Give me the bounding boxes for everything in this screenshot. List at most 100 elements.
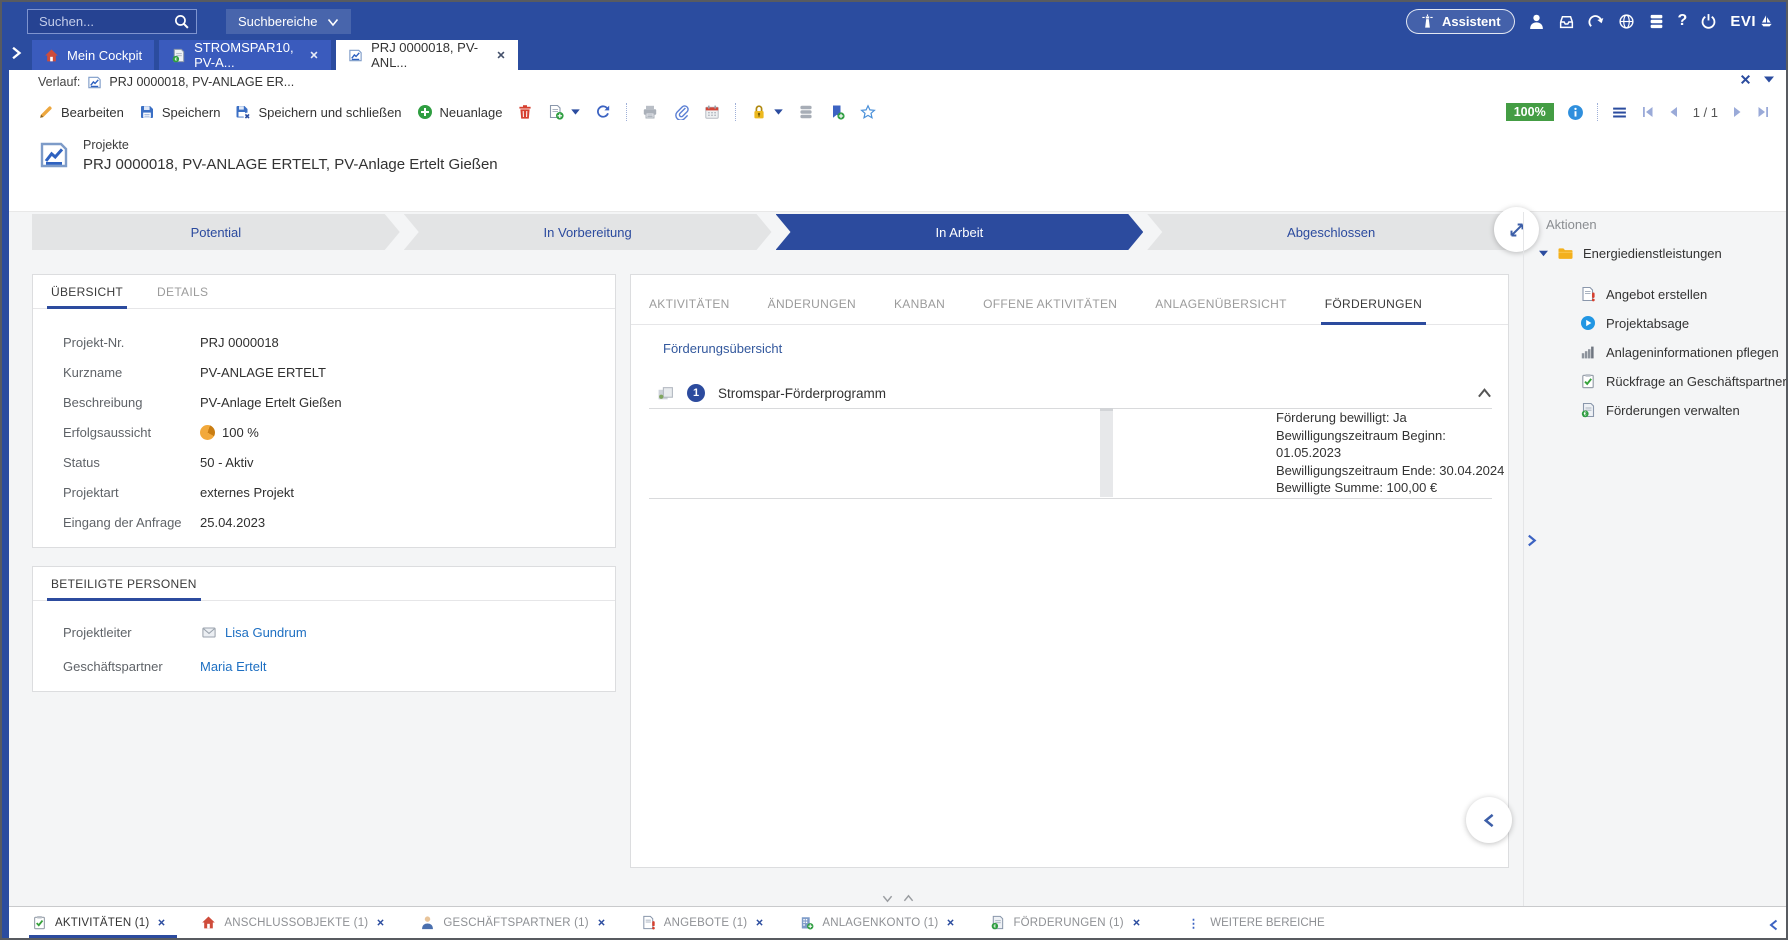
search-input[interactable] [37, 13, 173, 30]
last-record-icon[interactable] [1756, 105, 1770, 119]
help-icon[interactable]: ? [1678, 12, 1688, 30]
first-record-icon[interactable] [1641, 105, 1655, 119]
action-anlageninformationen[interactable]: Anlageninformationen pflegen [1580, 344, 1779, 360]
window-tab-project-active[interactable]: PRJ 0000018, PV-ANL... [336, 40, 518, 70]
close-icon[interactable] [1132, 918, 1141, 927]
funding-card: AKTIVITÄTEN ÄNDERUNGEN KANBAN OFFENE AKT… [630, 274, 1509, 868]
funding-detail-line: Bewilligte Summe: 100,00 € [1276, 479, 1508, 497]
search-scope-label: Suchbereiche [238, 14, 318, 29]
chevron-up-icon[interactable] [903, 893, 914, 904]
globe-icon[interactable] [1618, 13, 1635, 30]
stage-potential[interactable]: Potential [32, 214, 400, 250]
stage-in-arbeit-active[interactable]: In Arbeit [776, 214, 1144, 250]
global-search[interactable] [27, 9, 197, 34]
more-areas-button[interactable]: ⋮ WEITERE BEREICHE [1188, 916, 1325, 930]
tab-offene-aktivitaeten[interactable]: OFFENE AKTIVITÄTEN [983, 297, 1117, 324]
archive-icon[interactable] [798, 104, 814, 120]
person-link[interactable]: Lisa Gundrum [225, 625, 307, 640]
close-icon[interactable] [157, 918, 166, 927]
close-icon[interactable] [376, 918, 385, 927]
close-record-icon[interactable] [1739, 73, 1752, 86]
tab-kanban[interactable]: KANBAN [894, 297, 945, 324]
collapse-chevron-icon[interactable] [1477, 386, 1492, 401]
edit-button[interactable]: Bearbeiten [38, 104, 124, 120]
collapse-panel-button[interactable] [1466, 797, 1512, 843]
bookmark-add-icon[interactable] [829, 104, 845, 120]
redo-icon[interactable] [1588, 13, 1605, 30]
building-icon [799, 915, 814, 930]
search-icon[interactable] [173, 13, 190, 30]
action-foerderungen-verwalten[interactable]: Förderungen verwalten [1580, 402, 1740, 418]
paperclip-icon[interactable] [673, 104, 689, 120]
favorite-star-icon[interactable] [860, 104, 876, 120]
bottom-tab-anlagenkonto[interactable]: ANLAGENKONTO (1) [799, 907, 972, 938]
person-link[interactable]: Maria Ertelt [200, 659, 266, 674]
chevron-down-icon[interactable] [882, 893, 893, 904]
next-record-icon[interactable] [1730, 105, 1744, 119]
action-projektabsage[interactable]: Projektabsage [1580, 315, 1689, 331]
close-icon[interactable] [755, 918, 764, 927]
field-value: 50 - Aktiv [200, 455, 253, 470]
tab-beteiligte-personen[interactable]: BETEILIGTE PERSONEN [51, 577, 197, 600]
chevron-down-icon[interactable] [571, 109, 580, 115]
chevron-down-icon[interactable] [774, 109, 783, 115]
bottom-tab-geschaeftspartner[interactable]: GESCHÄFTSPARTNER (1) [420, 907, 622, 938]
bottom-panel-resize[interactable] [882, 893, 914, 904]
save-button[interactable]: Speichern [139, 104, 221, 120]
save-close-button[interactable]: Speichern und schließen [235, 104, 401, 120]
window-tabstrip: Mein Cockpit STROMSPAR10, PV-A... PRJ 00… [2, 40, 1786, 70]
actions-sidebar: Aktionen Energiedienstleistungen Angebot… [1523, 212, 1788, 908]
bottom-tab-angebote[interactable]: ANGEBOTE (1) [641, 907, 782, 938]
tab-anlagenuebersicht[interactable]: ANLAGENÜBERSICHT [1155, 297, 1287, 324]
record-title: PRJ 0000018, PV-ANLAGE ERTELT, PV-Anlage… [83, 156, 498, 173]
tab-aenderungen[interactable]: ÄNDERUNGEN [768, 297, 856, 324]
close-icon[interactable] [309, 50, 319, 60]
copy-record-button[interactable] [548, 104, 580, 120]
tab-aktivitaeten[interactable]: AKTIVITÄTEN [649, 297, 730, 324]
field-row: Eingang der Anfrage 25.04.2023 [63, 507, 615, 537]
history-item-link[interactable]: PRJ 0000018, PV-ANLAGE ER... [109, 75, 294, 89]
funding-group-row[interactable]: 1 Stromspar-Förderprogramm [657, 377, 1492, 409]
calendar-icon[interactable] [704, 104, 720, 120]
action-rueckfrage[interactable]: Rückfrage an Geschäftspartner [1580, 373, 1787, 389]
assistant-button[interactable]: Assistent [1406, 9, 1515, 34]
permissions-button[interactable] [751, 104, 783, 120]
chevron-down-icon[interactable] [1764, 76, 1774, 83]
logout-power-icon[interactable] [1700, 13, 1717, 30]
tree-expander-icon[interactable] [1539, 250, 1548, 257]
refresh-icon[interactable] [595, 104, 611, 120]
scroll-tabs-left-icon[interactable] [1768, 919, 1780, 931]
tab-foerderungen-active[interactable]: FÖRDERUNGEN [1325, 297, 1422, 324]
database-icon[interactable] [1648, 13, 1665, 30]
action-angebot-erstellen[interactable]: Angebot erstellen [1580, 286, 1707, 302]
sidebar-collapse-chevron-icon[interactable] [1525, 534, 1538, 547]
menu-icon[interactable] [1611, 104, 1628, 121]
lock-icon [751, 104, 767, 120]
delete-icon[interactable] [517, 104, 533, 120]
user-icon[interactable] [1528, 13, 1545, 30]
bottom-tab-anschlussobjekte[interactable]: ANSCHLUSSOBJEKTE (1) [201, 907, 402, 938]
window-tab-cockpit[interactable]: Mein Cockpit [32, 40, 154, 70]
close-icon[interactable] [946, 918, 955, 927]
tab-overflow-chevron-icon[interactable] [9, 46, 23, 60]
new-record-button[interactable]: Neuanlage [417, 104, 503, 120]
info-icon[interactable] [1567, 104, 1584, 121]
actions-group[interactable]: Energiedienstleistungen [1539, 245, 1722, 262]
zoom-level-badge[interactable]: 100% [1506, 103, 1554, 121]
project-icon [87, 75, 102, 90]
bottom-tab-foerderungen[interactable]: FÖRDERUNGEN (1) [990, 907, 1157, 938]
close-icon[interactable] [496, 50, 506, 60]
stage-abgeschlossen[interactable]: Abgeschlossen [1147, 214, 1515, 250]
bottom-tab-aktivitaeten[interactable]: AKTIVITÄTEN (1) [32, 907, 183, 938]
envelope-icon[interactable] [200, 625, 218, 640]
stage-in-vorbereitung[interactable]: In Vorbereitung [404, 214, 772, 250]
previous-record-icon[interactable] [1667, 105, 1681, 119]
print-icon[interactable] [642, 104, 658, 120]
tab-details[interactable]: DETAILS [157, 285, 208, 308]
record-toggle-icon[interactable] [657, 385, 674, 402]
window-tab-stromspar[interactable]: STROMSPAR10, PV-A... [159, 40, 331, 70]
close-icon[interactable] [597, 918, 606, 927]
inbox-tray-icon[interactable] [1558, 13, 1575, 30]
search-scope-dropdown[interactable]: Suchbereiche [226, 9, 351, 34]
tab-uebersicht[interactable]: ÜBERSICHT [51, 285, 123, 308]
